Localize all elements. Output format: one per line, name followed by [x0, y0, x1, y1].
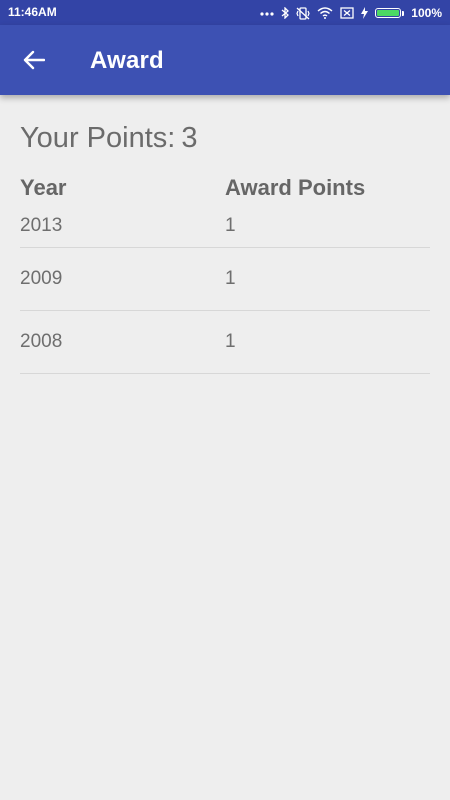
charging-icon: [361, 7, 369, 19]
row-year: 2009: [20, 268, 63, 289]
points-label: Your Points:: [20, 122, 176, 154]
no-sim-icon: [340, 7, 354, 19]
battery-percent: 100%: [411, 6, 442, 20]
row-year: 2013: [20, 215, 63, 236]
row-points: 1: [225, 268, 236, 289]
header-year: Year: [20, 175, 67, 200]
app-bar: Award: [0, 25, 450, 95]
back-button[interactable]: [14, 40, 54, 80]
bluetooth-icon: [281, 7, 290, 19]
wifi-icon: [317, 7, 333, 19]
row-points: 1: [225, 331, 236, 352]
vibrate-icon: [296, 6, 310, 20]
status-icons: 100%: [260, 3, 442, 23]
table-row: 2013 1: [20, 205, 430, 248]
row-points: 1: [225, 215, 236, 236]
status-time: 11:46AM: [8, 5, 57, 19]
points-value: 3: [181, 122, 198, 154]
table-row: 2009 1: [20, 248, 430, 311]
table-row: 2008 1: [20, 311, 430, 374]
page-title: Award: [90, 47, 164, 74]
header-award-points: Award Points: [225, 175, 366, 200]
status-bar: 11:46AM 100%: [0, 0, 450, 25]
more-dots-icon: [260, 10, 274, 16]
table-header: Year Award Points: [20, 171, 430, 205]
battery-fill: [377, 10, 400, 16]
award-content: Your Points: 3 Year Award Points 2013 1 2…: [20, 95, 430, 374]
battery-icon: [375, 8, 405, 18]
points-summary: Your Points: 3: [20, 120, 430, 156]
row-year: 2008: [20, 331, 63, 352]
arrow-left-icon: [23, 50, 45, 70]
